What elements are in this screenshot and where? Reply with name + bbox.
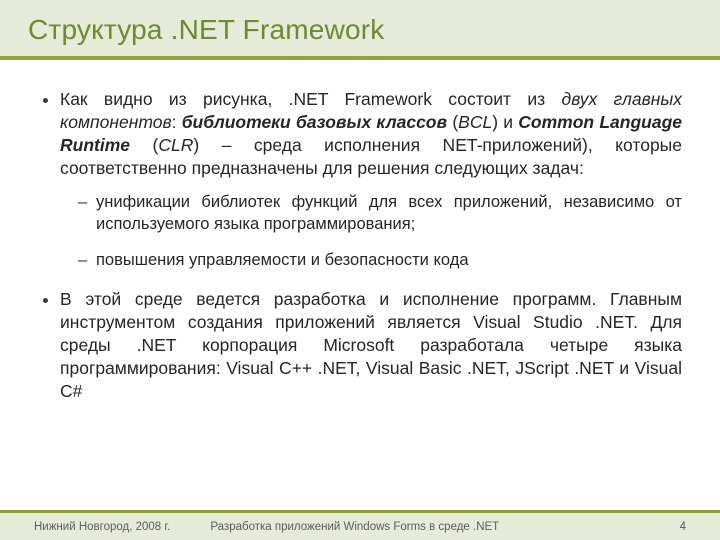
- footer-bar: Нижний Новгород, 2008 г. Разработка прил…: [0, 510, 720, 540]
- text: ) и: [492, 112, 518, 132]
- slide: Структура .NET Framework Как видно из ри…: [0, 0, 720, 540]
- footer-course: Разработка приложений Windows Forms в ср…: [210, 521, 679, 533]
- text-strong: библиотеки базовых классов: [182, 112, 447, 132]
- page-number: 4: [680, 521, 686, 533]
- sub-bullet-2: повышения управляемости и безопасности к…: [78, 250, 682, 272]
- title-bar: Структура .NET Framework: [0, 0, 720, 60]
- bullet-list: Как видно из рисунка, .NET Framework сос…: [38, 88, 682, 403]
- text-emph: CLR: [158, 135, 193, 155]
- text-emph: BCL: [458, 112, 492, 132]
- bullet-2: В этой среде ведется разработка и исполн…: [60, 288, 682, 403]
- slide-title: Структура .NET Framework: [28, 14, 692, 46]
- text: (: [130, 135, 158, 155]
- text: Как видно из рисунка, .NET Framework сос…: [60, 89, 562, 109]
- sub-bullet-1: унификации библиотек функций для всех пр…: [78, 192, 682, 236]
- text: (: [447, 112, 458, 132]
- bullet-1: Как видно из рисунка, .NET Framework сос…: [60, 88, 682, 272]
- footer-location: Нижний Новгород, 2008 г.: [34, 521, 170, 533]
- sub-bullet-list: унификации библиотек функций для всех пр…: [60, 192, 682, 271]
- slide-body: Как видно из рисунка, .NET Framework сос…: [0, 60, 720, 403]
- text: :: [172, 112, 182, 132]
